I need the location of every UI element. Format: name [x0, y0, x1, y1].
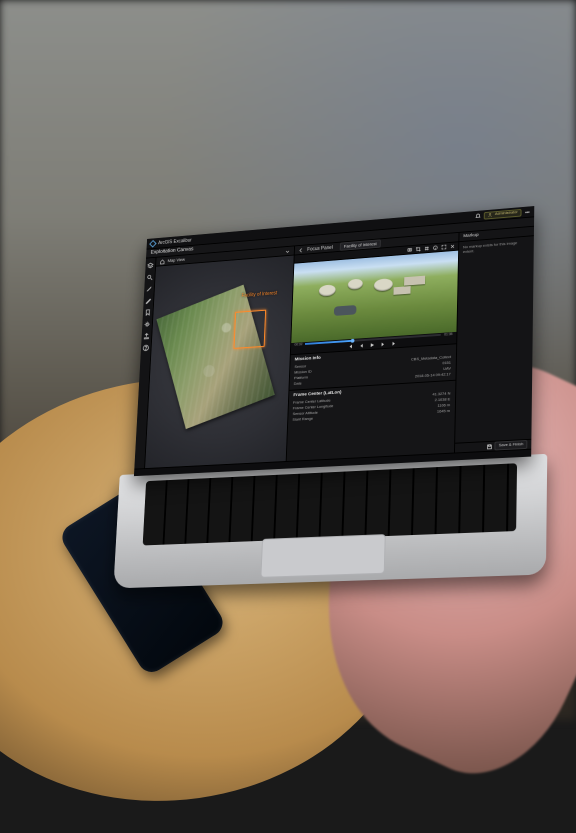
focus-panel: Focus Panel Facility of Interest [285, 233, 458, 461]
markup-title: Markup [463, 233, 478, 240]
measure-tool-icon[interactable] [145, 285, 152, 293]
focus-panel-title: Focus Panel [307, 245, 333, 253]
app-title: ArcGIS Excalibur [158, 237, 192, 245]
facility-building [404, 276, 425, 286]
help-tool-icon[interactable] [142, 344, 149, 352]
facility-highlight-box[interactable] [234, 310, 266, 349]
more-menu-icon[interactable] [524, 209, 530, 215]
laptop: ArcGIS Excalibur Administrator Exploitat… [128, 205, 544, 590]
facility-label: Facility of Interest [241, 291, 277, 299]
video-frame[interactable] [291, 251, 458, 343]
layers-tool-icon[interactable] [147, 261, 154, 269]
map-canvas[interactable]: Facility of Interest [145, 256, 293, 469]
grid-icon[interactable] [424, 245, 430, 251]
skip-back-icon[interactable] [349, 343, 355, 349]
user-name: Administrator [495, 210, 518, 216]
aerial-imagery [157, 284, 276, 428]
workspace: Map View Facility of Interest Focus Pan [134, 227, 534, 469]
settings-tool-icon[interactable] [143, 320, 150, 328]
user-chip[interactable]: Administrator [484, 209, 521, 220]
facility-building [394, 286, 411, 295]
map-panel-title: Map View [168, 257, 186, 263]
snapshot-icon[interactable] [407, 247, 413, 253]
export-tool-icon[interactable] [143, 332, 150, 340]
step-fwd-icon[interactable] [380, 341, 386, 347]
step-back-icon[interactable] [359, 343, 365, 349]
map-panel: Map View Facility of Interest [145, 246, 294, 468]
facility-tank [348, 279, 363, 290]
close-icon[interactable] [450, 243, 456, 249]
skip-fwd-icon[interactable] [390, 341, 396, 347]
home-icon[interactable] [160, 258, 166, 264]
play-icon[interactable] [369, 342, 375, 348]
draw-tool-icon[interactable] [145, 296, 152, 304]
collapse-icon[interactable] [284, 248, 290, 254]
app-root: ArcGIS Excalibur Administrator Exploitat… [134, 206, 534, 476]
info-icon[interactable] [432, 245, 438, 251]
notifications-icon[interactable] [476, 213, 482, 219]
laptop-screen: ArcGIS Excalibur Administrator Exploitat… [134, 206, 534, 476]
facility-pond [334, 305, 357, 316]
bookmark-tool-icon[interactable] [144, 308, 151, 316]
back-icon[interactable] [298, 247, 304, 253]
facility-tank [318, 284, 335, 296]
markup-panel: Markup No markup exists for this image e… [454, 227, 534, 453]
facility-tank [374, 278, 393, 292]
laptop-trackpad [260, 534, 385, 578]
expand-icon[interactable] [441, 244, 447, 250]
laptop-keyboard-deck [113, 454, 547, 589]
laptop-keys [143, 463, 517, 545]
crop-icon[interactable] [415, 246, 421, 252]
save-icon [487, 443, 493, 449]
video-section: 00:32 01:35 [290, 242, 458, 354]
search-tool-icon[interactable] [146, 273, 153, 281]
metadata-panel: Mission Info SensorCBS_Metadata_Collect … [286, 343, 456, 461]
app-logo-icon [149, 240, 156, 248]
